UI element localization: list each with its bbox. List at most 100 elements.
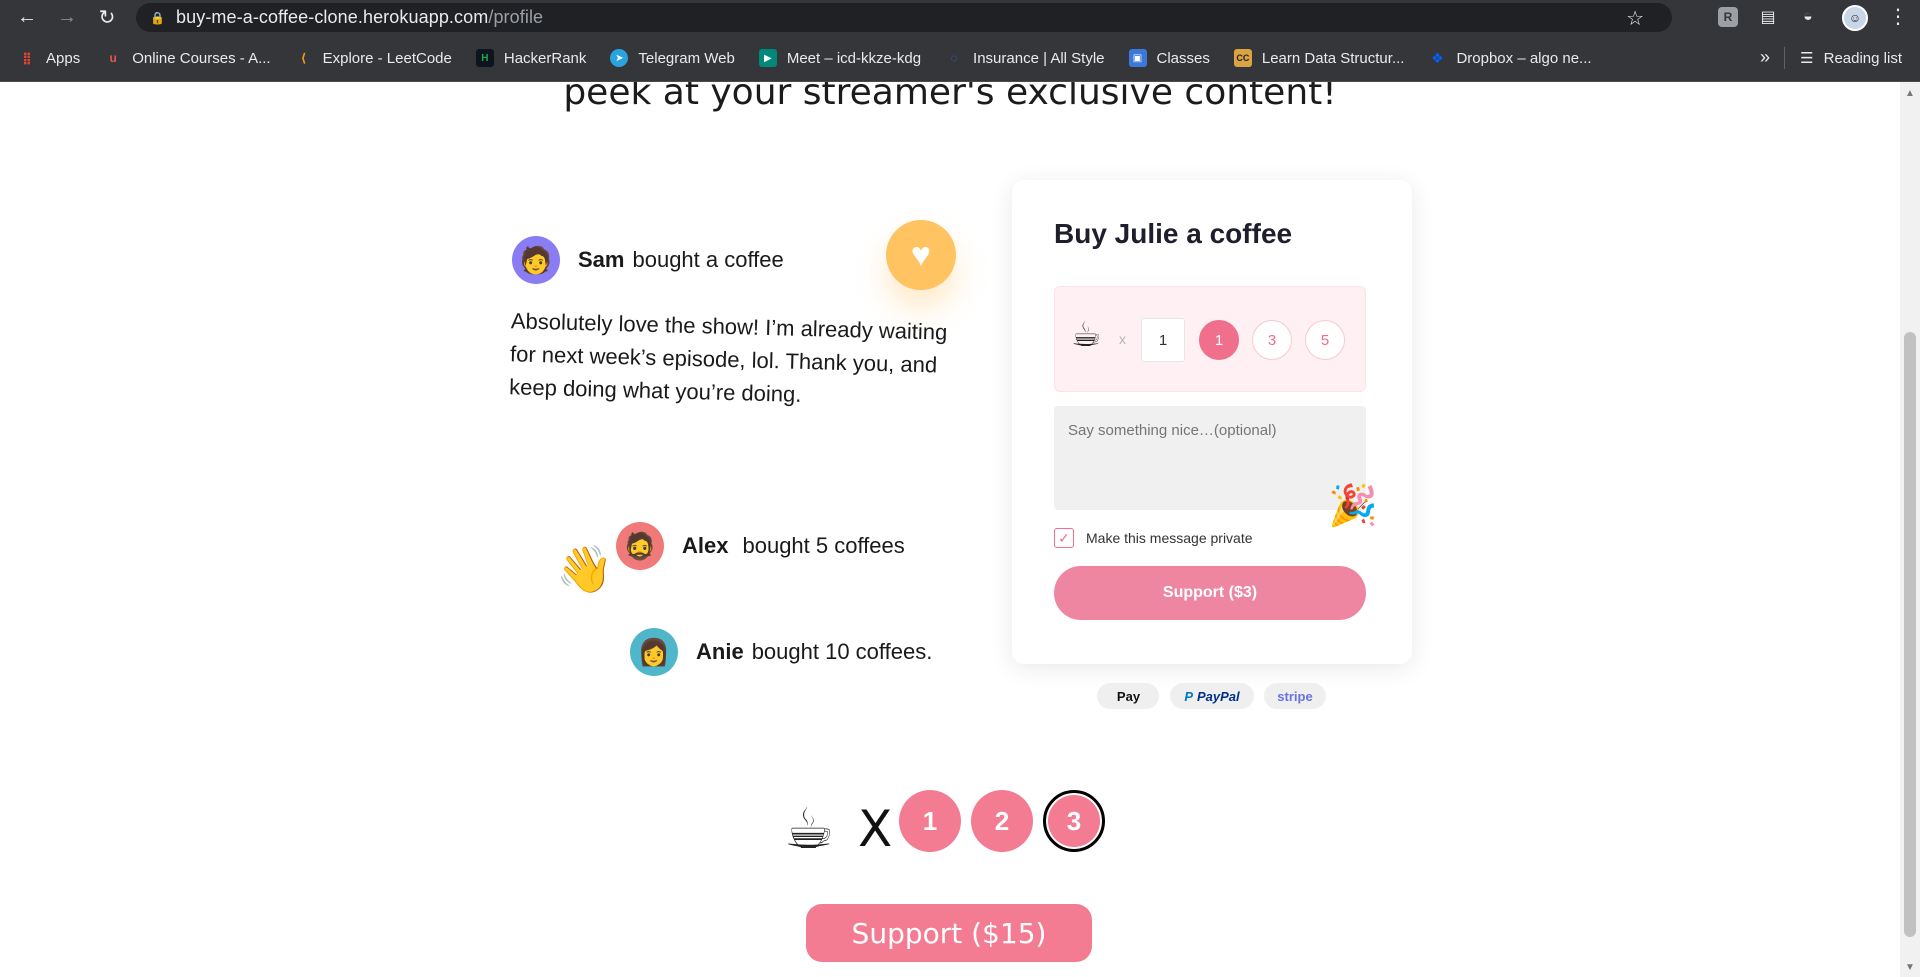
party-popper-icon: 🎉 [1328,484,1378,528]
bookmark-udemy[interactable]: u Online Courses - A... [104,49,271,67]
coffee-count-1-button[interactable]: 1 [899,790,961,852]
bookmark-classes[interactable]: ▣ Classes [1128,49,1210,67]
page-headline: peek at your streamer's exclusive conten… [563,82,1337,113]
supporter-name: Sam [578,247,625,272]
reading-list-icon: ☰ [1800,50,1814,67]
supporter-name: Anie [696,639,744,664]
message-textarea[interactable] [1054,406,1366,510]
apple-pay-badge: Pay [1097,683,1159,709]
bookmark-label: Online Courses - A... [132,49,271,67]
bookmarks-bar: ⣿ Apps u Online Courses - A... ⟨ Explore… [0,35,1920,82]
support-total-button[interactable]: Support ($15) [806,904,1092,962]
bookmark-label: Insurance | All Style [973,49,1105,67]
url-path: /profile [488,7,544,27]
coffee-cup-icon: ☕ [1071,316,1102,354]
supporter-sam: 🧑 Sam bought a coffee [512,236,784,284]
multiply-label: X [858,800,893,858]
avatar: 👩 [630,628,678,676]
apple-pay-label: Pay [1116,688,1141,704]
url-text: buy-me-a-coffee-clone.herokuapp.com/prof… [176,7,543,28]
private-message-option[interactable]: ✓ Make this message private [1054,528,1253,548]
quantity-option-5[interactable]: 5 [1305,320,1345,360]
card-title: Buy Julie a coffee [1054,218,1293,249]
coffee-cup-icon: ☕ [784,797,835,860]
insurance-icon: ◌ [950,51,958,65]
bookmark-label: Telegram Web [638,49,735,67]
paypal-label: PayPal [1197,688,1240,704]
multiply-label: x [1119,331,1126,347]
supporter-alex: 🧔 Alex bought 5 coffees [616,522,905,570]
dropbox-icon: ❖ [1431,49,1444,66]
waving-hand-icon: 👋 [556,543,614,595]
private-label: Make this message private [1086,530,1253,546]
udemy-icon: u [109,51,117,65]
private-checkbox[interactable]: ✓ [1054,528,1074,548]
apps-grid-icon: ⣿ [22,51,32,65]
address-bar[interactable]: 🔒 buy-me-a-coffee-clone.herokuapp.com/pr… [136,3,1672,32]
bookmark-label: Meet – icd-kkze-kdg [786,49,922,67]
stripe-badge: stripe [1264,683,1326,709]
paypal-badge: P PayPal [1170,683,1254,709]
bookmark-dropbox[interactable]: ❖ Dropbox – algo ne... [1428,49,1591,67]
bookmark-leetcode[interactable]: ⟨ Explore - LeetCode [295,49,452,67]
classroom-icon: ▣ [1128,49,1147,67]
meet-icon: ▶ [758,49,777,67]
avatar: 🧑 [512,236,560,284]
extension-icon[interactable]: R [1716,5,1740,29]
bookmark-telegram[interactable]: ➤ Telegram Web [610,49,735,67]
coffee-count-3-button[interactable]: 3 [1043,790,1105,852]
cc-icon: CC [1233,49,1252,67]
bookmark-apps[interactable]: ⣿ Apps [18,49,80,67]
bookmark-label: Explore - LeetCode [322,49,452,67]
avatar: 🧔 [616,522,664,570]
heart-icon: ♥ [886,220,956,290]
stripe-label: stripe [1277,688,1313,704]
scroll-down-icon[interactable]: ▼ [1905,962,1915,973]
supporter-action: bought a coffee [632,247,784,272]
profile-avatar[interactable]: ☺ [1842,5,1868,31]
bookmarks-divider [1784,47,1785,69]
url-host: buy-me-a-coffee-clone.herokuapp.com [176,7,489,27]
supporter-action: bought 5 coffees [742,533,905,558]
reading-list-label: Reading list [1823,49,1902,67]
paypal-icon: P [1184,688,1193,704]
bookmark-meet[interactable]: ▶ Meet – icd-kkze-kdg [758,49,922,67]
quantity-option-3[interactable]: 3 [1252,320,1292,360]
bookmark-star-icon[interactable]: ☆ [1626,6,1644,31]
tab-manager-icon[interactable]: ▤ [1756,5,1780,29]
quantity-selector: ☕ x 1 1 3 5 [1054,286,1366,392]
buy-coffee-card: Buy Julie a coffee ☕ x 1 1 3 5 🎉 ✓ Make … [1012,180,1412,664]
scrollbar-thumb[interactable] [1904,332,1916,937]
coffee-count-2-button[interactable]: 2 [971,790,1033,852]
more-bookmarks-icon[interactable]: » [1760,47,1770,68]
lock-icon: 🔒 [150,10,165,25]
bookmark-label: Apps [46,49,81,67]
supporter-message: Absolutely love the show! I’m already wa… [508,308,948,407]
browser-toolbar: ← → ↻ 🔒 buy-me-a-coffee-clone.herokuapp.… [0,0,1920,35]
quantity-input[interactable]: 1 [1141,318,1185,362]
bookmark-insurance[interactable]: ◌ Insurance | All Style [945,49,1104,67]
forward-icon[interactable]: → [50,2,84,32]
supporter-name: Alex [682,533,729,558]
bookmark-label: Learn Data Structur... [1261,49,1405,67]
page-viewport: peek at your streamer's exclusive conten… [0,82,1900,977]
incognito-extension-icon[interactable]: ◒ [1796,5,1820,29]
leetcode-icon: ⟨ [300,51,307,65]
bookmark-hackerrank[interactable]: H HackerRank [475,49,587,67]
supporter-action: bought 10 coffees. [751,639,933,664]
quantity-option-1[interactable]: 1 [1199,320,1239,360]
bookmark-label: HackerRank [503,49,587,67]
supporter-anie: 👩 Anie bought 10 coffees. [630,628,932,676]
hackerrank-icon: H [475,49,494,67]
support-button[interactable]: Support ($3) [1054,566,1366,620]
bookmark-label: Dropbox – algo ne... [1456,49,1592,67]
page-scrollbar[interactable]: ▲ ▼ [1900,82,1920,977]
bookmark-data-structures[interactable]: CC Learn Data Structur... [1233,49,1405,67]
reload-icon[interactable]: ↻ [90,2,124,32]
telegram-icon: ➤ [610,49,629,67]
bookmark-label: Classes [1156,49,1210,67]
back-icon[interactable]: ← [10,2,44,32]
browser-menu-icon[interactable]: ⋮ [1888,4,1908,29]
reading-list-button[interactable]: ☰ Reading list [1800,35,1902,81]
scroll-up-icon[interactable]: ▲ [1905,88,1915,99]
